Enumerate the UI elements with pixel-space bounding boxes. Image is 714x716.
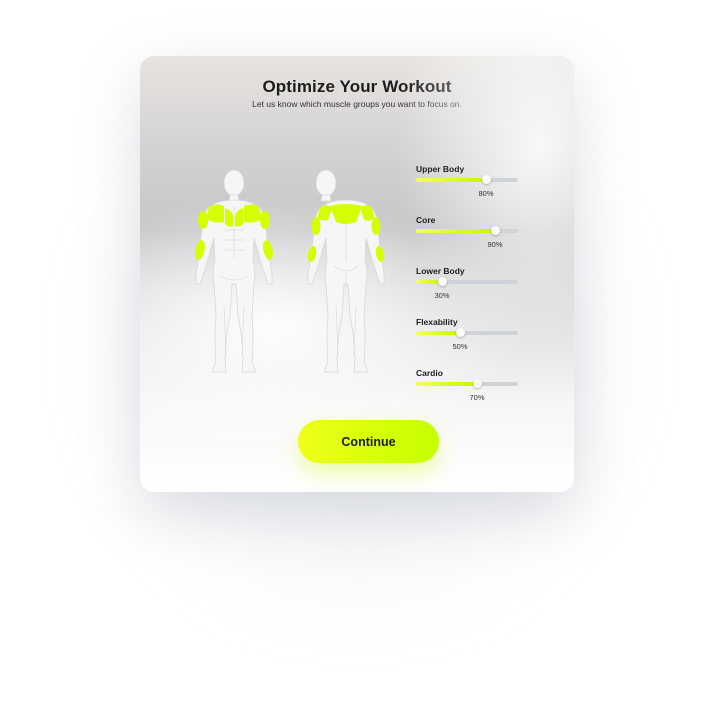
slider-value: 90%	[487, 240, 503, 249]
slider-label: Lower Body	[416, 266, 465, 276]
workout-card: Optimize Your Workout Let us know which …	[140, 56, 574, 492]
slider-value: 80%	[478, 189, 494, 198]
slider-fill	[416, 331, 460, 335]
slider-fill	[416, 229, 495, 233]
slider-core[interactable]: Core 90%	[416, 215, 520, 266]
slider-thumb[interactable]	[437, 277, 447, 286]
slider-thumb[interactable]	[455, 328, 465, 337]
focus-sliders: Upper Body 80% Core 90% Lower Body 30% Flexabi…	[416, 164, 520, 419]
page-title: Optimize Your Workout	[262, 77, 452, 96]
body-front-icon[interactable]	[186, 166, 276, 378]
slider-track[interactable]	[416, 328, 518, 337]
slider-fill	[416, 382, 477, 386]
slider-label: Cardio	[416, 368, 443, 378]
slider-thumb[interactable]	[490, 226, 500, 235]
slider-label: Core	[416, 215, 436, 225]
slider-track[interactable]	[416, 277, 518, 286]
slider-track[interactable]	[416, 379, 518, 388]
page-subtitle: Let us know which muscle groups you want…	[252, 99, 462, 109]
slider-thumb[interactable]	[472, 379, 482, 388]
slider-label: Upper Body	[416, 164, 465, 174]
slider-value: 30%	[434, 291, 450, 300]
slider-fill	[416, 178, 486, 182]
slider-label: Flexability	[416, 317, 458, 327]
slider-value: 70%	[469, 393, 485, 402]
slider-cardio[interactable]: Cardio 70%	[416, 368, 520, 419]
slider-value: 50%	[452, 342, 468, 351]
slider-track[interactable]	[416, 175, 518, 184]
slider-lower-body[interactable]: Lower Body 30%	[416, 266, 520, 317]
continue-button[interactable]: Continue	[298, 420, 439, 463]
slider-thumb[interactable]	[481, 175, 491, 184]
body-back-icon[interactable]	[298, 166, 388, 378]
slider-flexability[interactable]: Flexability 50%	[416, 317, 520, 368]
slider-upper-body[interactable]: Upper Body 80%	[416, 164, 520, 215]
slider-track[interactable]	[416, 226, 518, 235]
